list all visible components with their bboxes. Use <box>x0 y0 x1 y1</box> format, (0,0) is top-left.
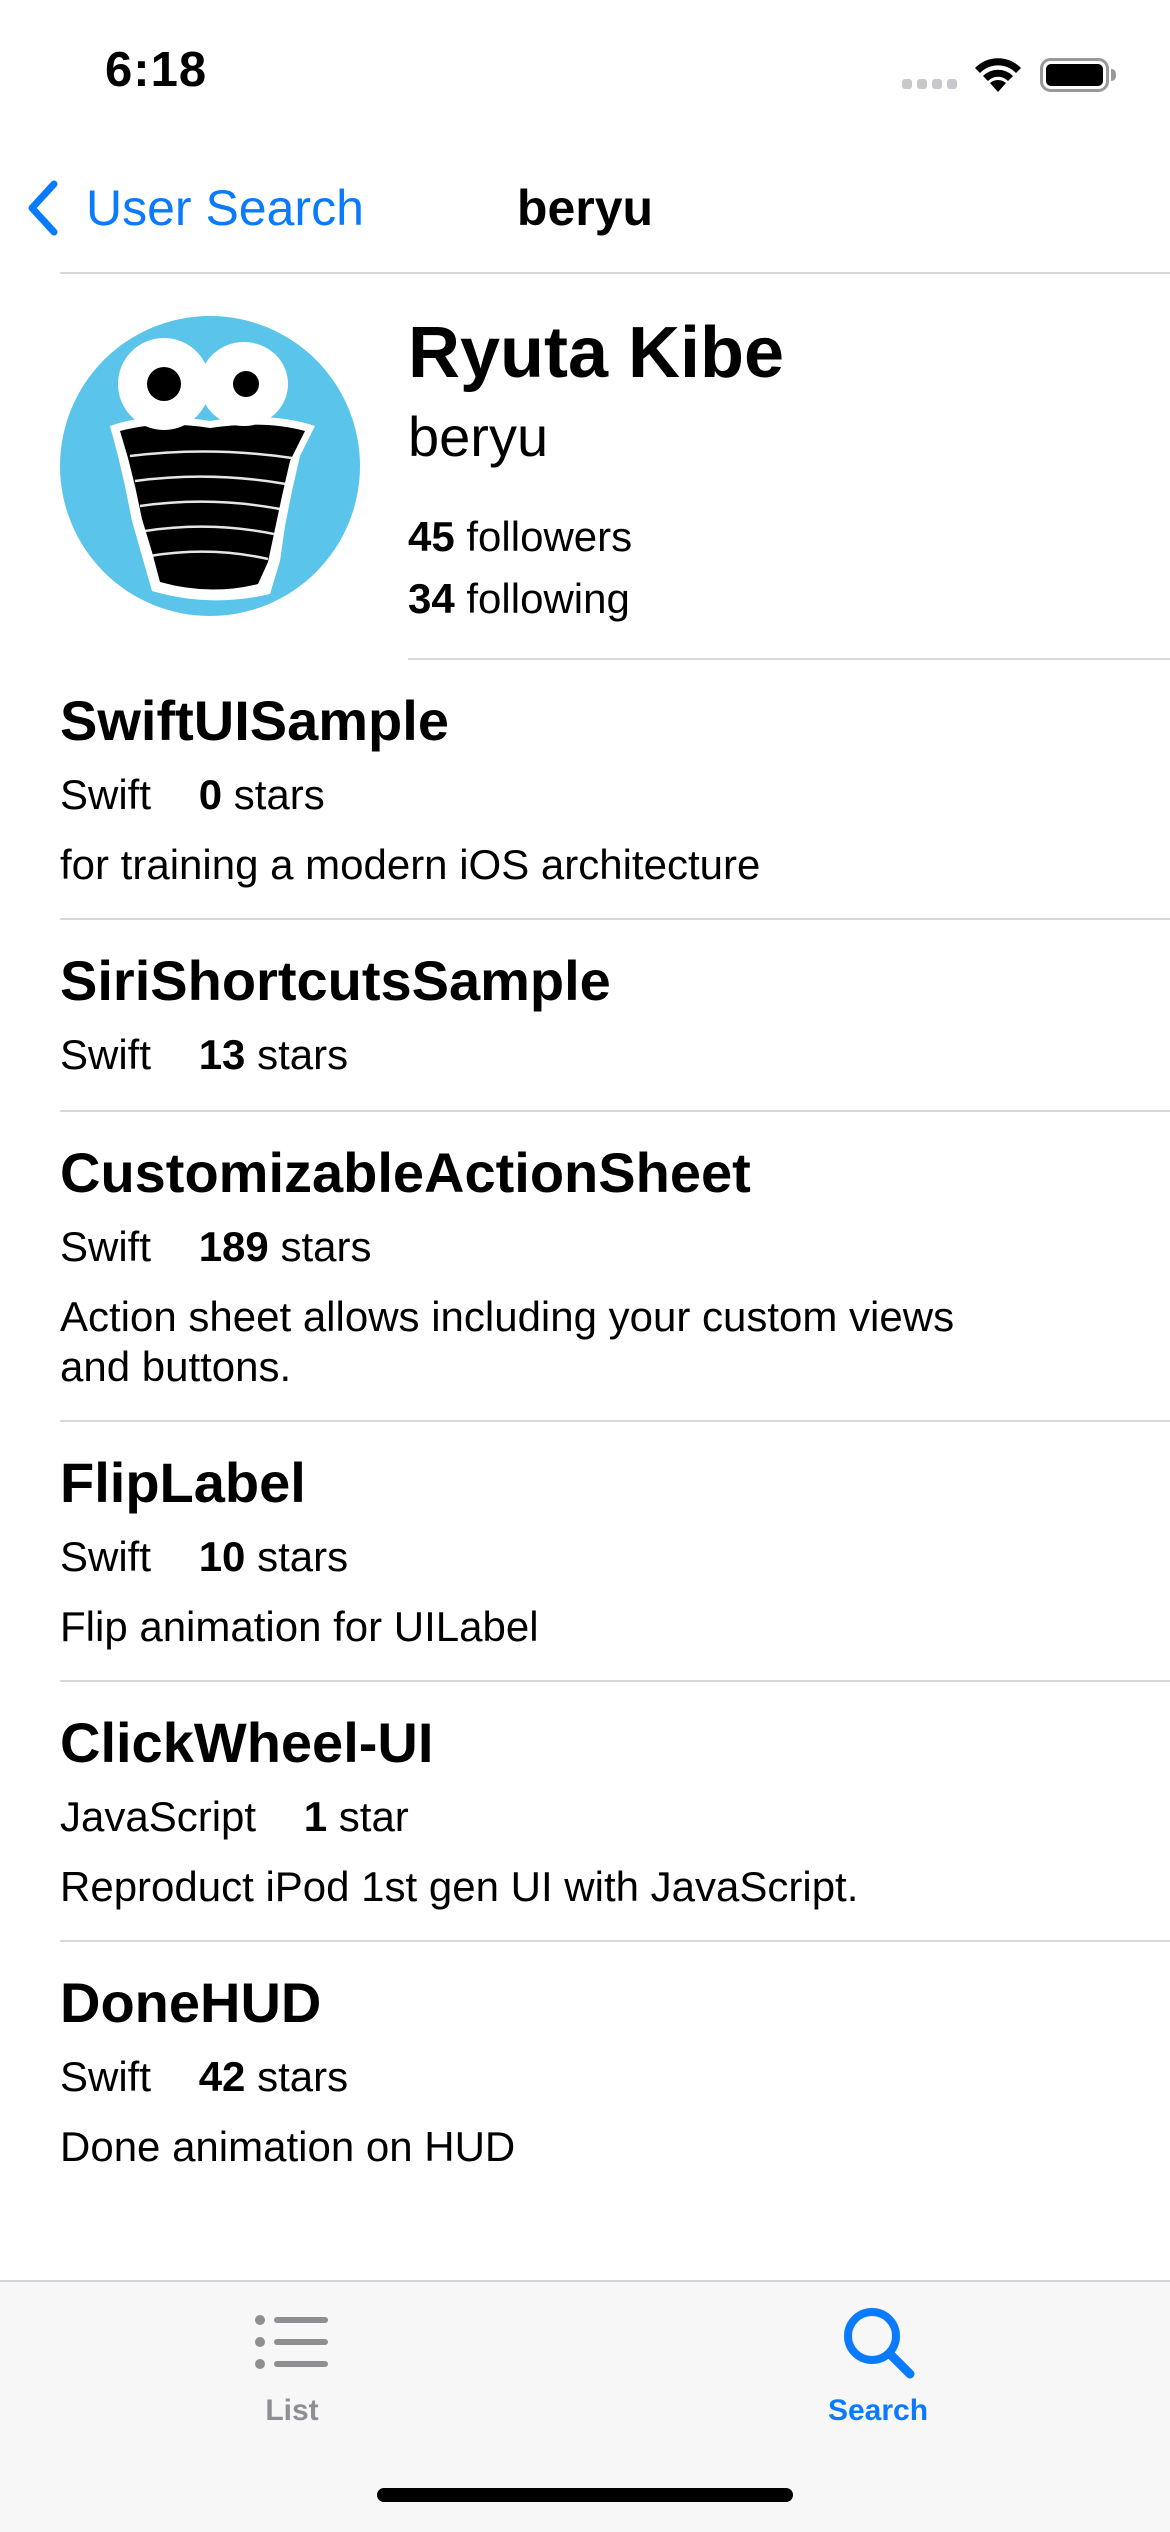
repo-name: SiriShortcutsSample <box>60 949 611 1012</box>
repo-description: Flip animation for UILabel <box>60 1603 539 1650</box>
avatar <box>60 316 360 616</box>
status-bar: 6:18 <box>0 0 1170 140</box>
search-icon <box>844 2308 915 2379</box>
repo-language: Swift <box>60 1533 152 1580</box>
profile-name: Ryuta Kibe <box>408 313 785 393</box>
tab-search-label: Search <box>827 2394 929 2427</box>
home-indicator <box>377 2488 793 2502</box>
repo-stars-count: 42 <box>198 2053 246 2100</box>
repo-name: SwiftUISample <box>60 689 449 752</box>
followers-number: 45 <box>408 513 455 560</box>
repo-language: JavaScript <box>60 1793 257 1840</box>
repo-row[interactable]: CustomizableActionSheet Swift 189 stars … <box>0 1112 1170 1422</box>
repo-stars-count: 10 <box>198 1533 246 1580</box>
repo-description: Done animation on HUD <box>60 2123 516 2170</box>
repo-name: ClickWheel-UI <box>60 1711 434 1774</box>
navigation-bar: User Search beryu <box>0 140 1170 274</box>
screen: 6:18 User Search beryu Ryuta Kibe beryu … <box>0 0 1170 2532</box>
repo-stars-count: 189 <box>198 1223 269 1270</box>
status-time: 6:18 <box>105 43 208 97</box>
repo-description: for training a modern iOS architecture <box>60 841 761 888</box>
repo-stars-label: star <box>338 1793 409 1840</box>
cellular-signal-icon <box>902 79 957 89</box>
repo-language: Swift <box>60 1031 152 1078</box>
repo-meta: Swift 189 stars <box>60 1220 1110 1274</box>
repo-stars-label: stars <box>257 1533 349 1580</box>
followers-label: followers <box>466 513 633 560</box>
profile-header: Ryuta Kibe beryu 45 followers 34 followi… <box>0 274 1170 660</box>
repo-name: CustomizableActionSheet <box>60 1141 751 1204</box>
repo-meta: Swift 42 stars <box>60 2050 1110 2104</box>
wifi-icon <box>975 58 1021 92</box>
repo-stars-count: 13 <box>198 1031 246 1078</box>
repo-row[interactable]: SiriShortcutsSample Swift 13 stars <box>0 920 1170 1112</box>
following-count: 34 following <box>408 572 630 626</box>
repo-description: Action sheet allows including your custo… <box>60 1293 955 1390</box>
repo-row[interactable]: ClickWheel-UI JavaScript 1 star Reproduc… <box>0 1682 1170 1942</box>
nav-title: beryu <box>516 180 654 236</box>
repo-language: Swift <box>60 2053 152 2100</box>
repo-meta: Swift 0 stars <box>60 768 1110 822</box>
tab-list[interactable]: List <box>142 2302 442 2428</box>
profile-login: beryu <box>408 405 549 468</box>
repo-meta: Swift 13 stars <box>60 1028 1110 1082</box>
tab-list-label: List <box>265 2394 319 2427</box>
repo-language: Swift <box>60 1223 152 1270</box>
repo-description: Reproduct iPod 1st gen UI with JavaScrip… <box>60 1863 859 1910</box>
list-icon <box>255 2315 328 2369</box>
repo-stars-label: stars <box>233 771 325 818</box>
battery-icon <box>1040 58 1116 92</box>
repo-row[interactable]: DoneHUD Swift 42 stars Done animation on… <box>0 1942 1170 2202</box>
repo-stars-label: stars <box>280 1223 372 1270</box>
repo-stars-count: 0 <box>198 771 223 818</box>
repo-row[interactable]: FlipLabel Swift 10 stars Flip animation … <box>0 1422 1170 1682</box>
repo-stars-count: 1 <box>303 1793 328 1840</box>
following-label: following <box>466 575 630 622</box>
tab-search[interactable]: Search <box>728 2302 1028 2428</box>
repo-language: Swift <box>60 771 152 818</box>
repo-row[interactable]: SwiftUISample Swift 0 stars for training… <box>0 660 1170 920</box>
repo-stars-label: stars <box>257 1031 349 1078</box>
repo-meta: JavaScript 1 star <box>60 1790 1110 1844</box>
repo-stars-label: stars <box>257 2053 349 2100</box>
following-number: 34 <box>408 575 455 622</box>
repo-name: DoneHUD <box>60 1971 322 2034</box>
repository-list: SwiftUISample Swift 0 stars for training… <box>0 660 1170 2202</box>
repo-meta: Swift 10 stars <box>60 1530 1110 1584</box>
followers-count: 45 followers <box>408 510 632 564</box>
repo-name: FlipLabel <box>60 1451 306 1514</box>
